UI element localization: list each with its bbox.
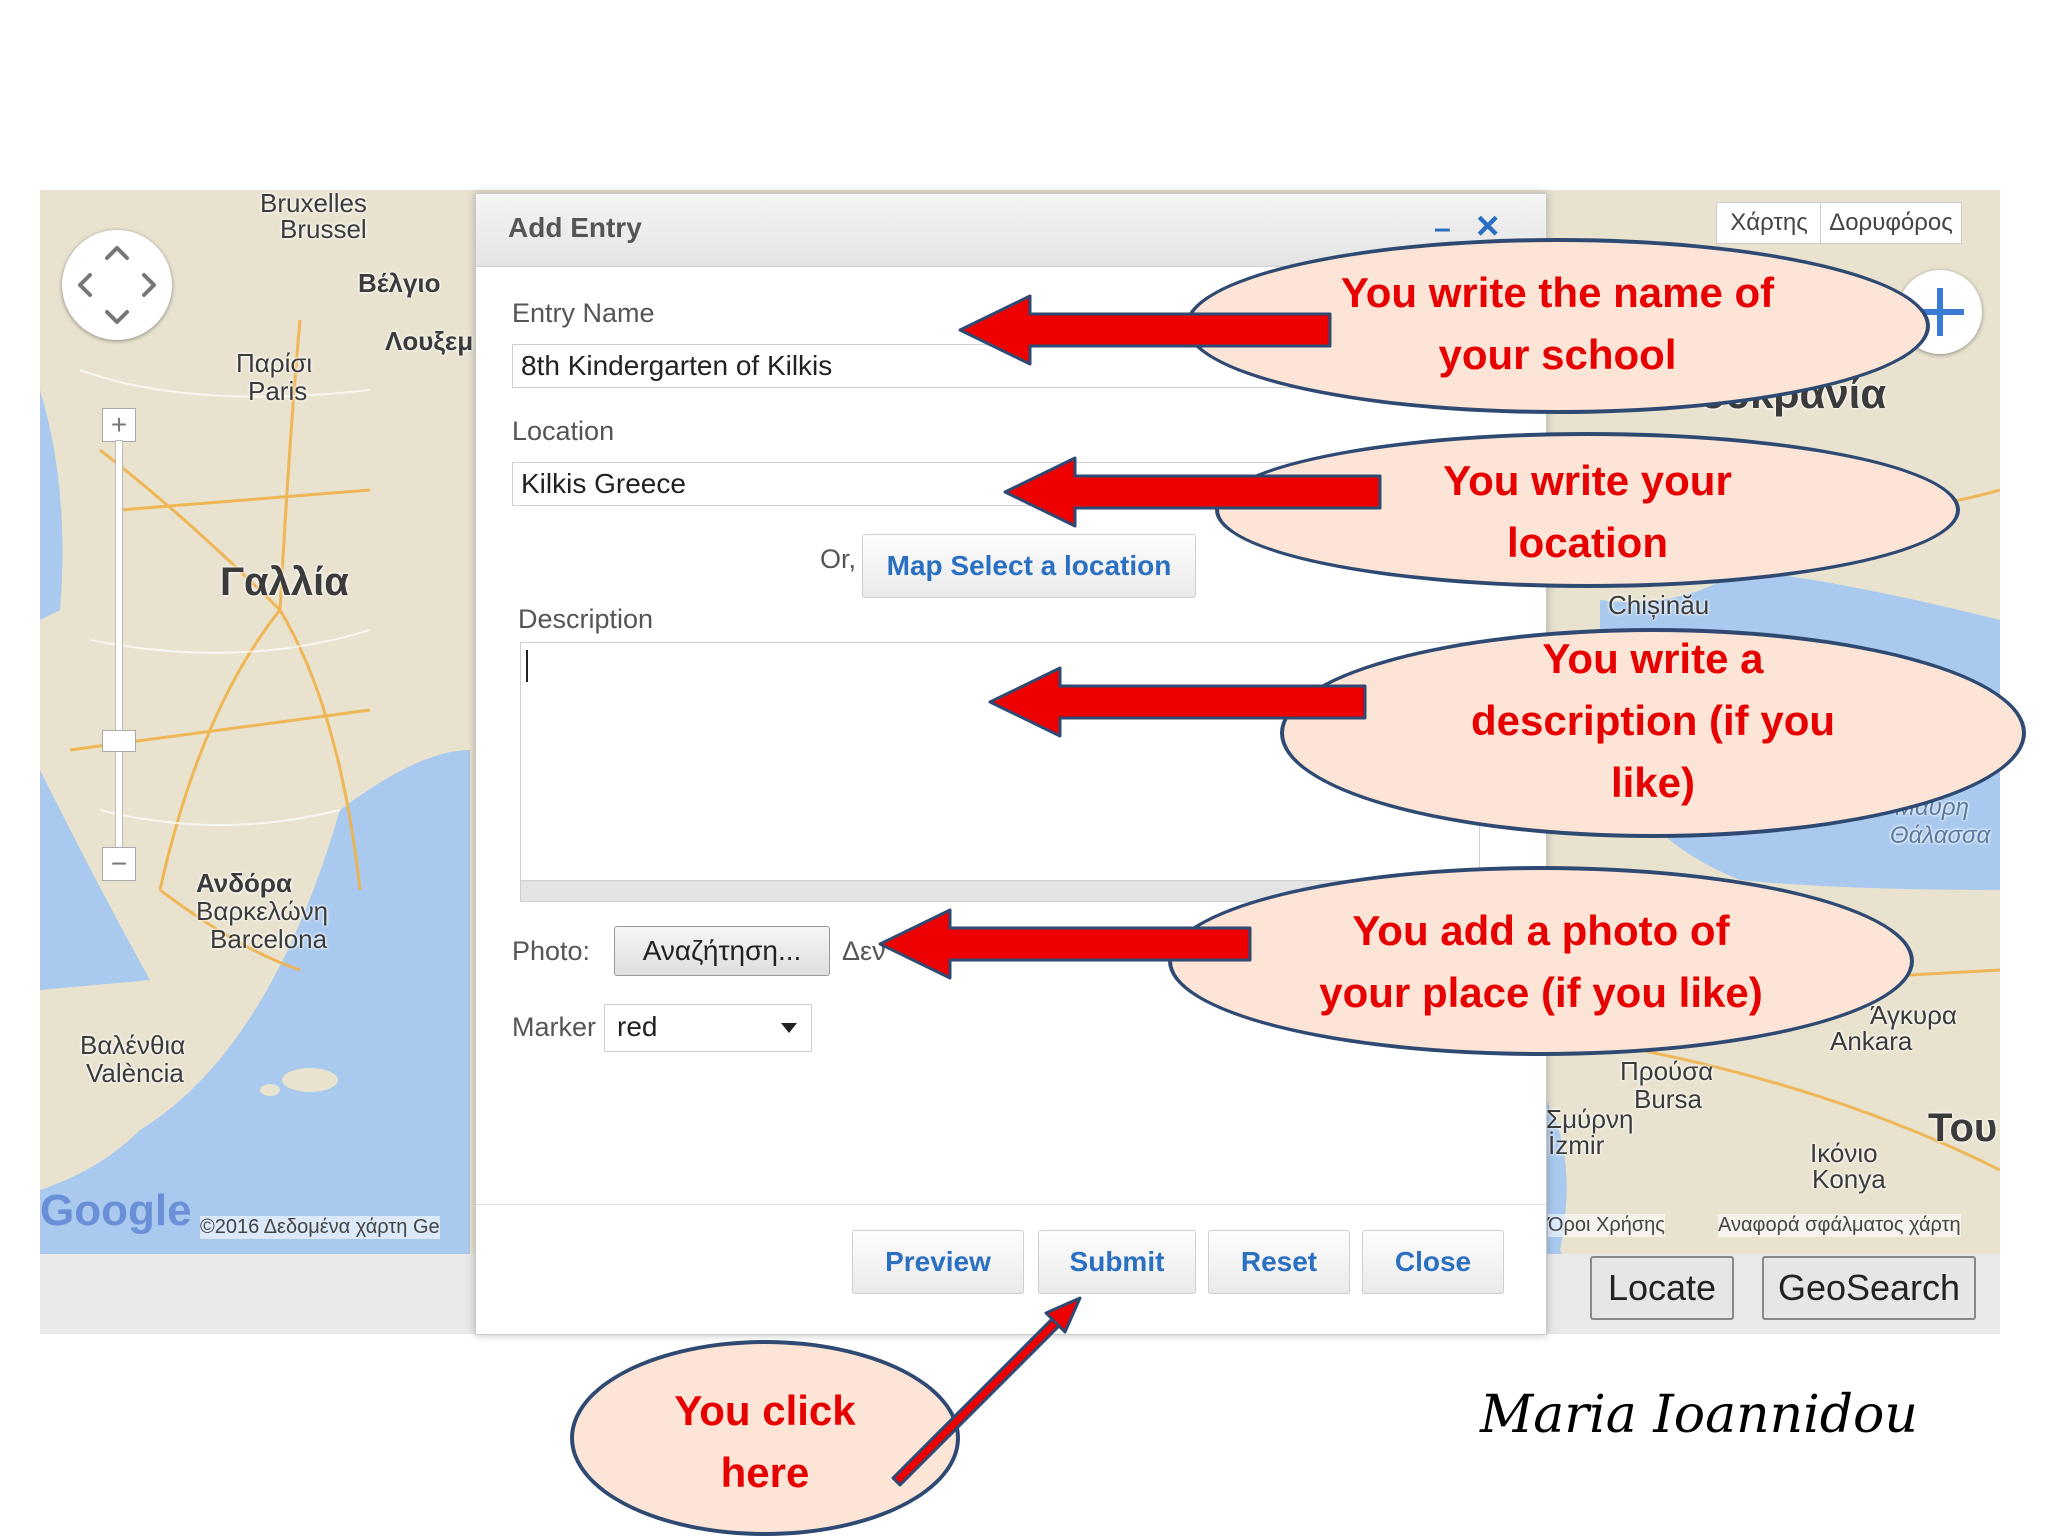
arrow-to-submit	[891, 1296, 1082, 1487]
arrow-to-entry-name	[958, 294, 1332, 366]
arrow-to-location	[1003, 456, 1382, 528]
author-signature: Maria Ioannidou	[1480, 1385, 1918, 1445]
arrow-to-description	[988, 666, 1367, 738]
arrows-overlay	[878, 294, 1382, 1487]
arrow-to-photo	[878, 908, 1252, 980]
